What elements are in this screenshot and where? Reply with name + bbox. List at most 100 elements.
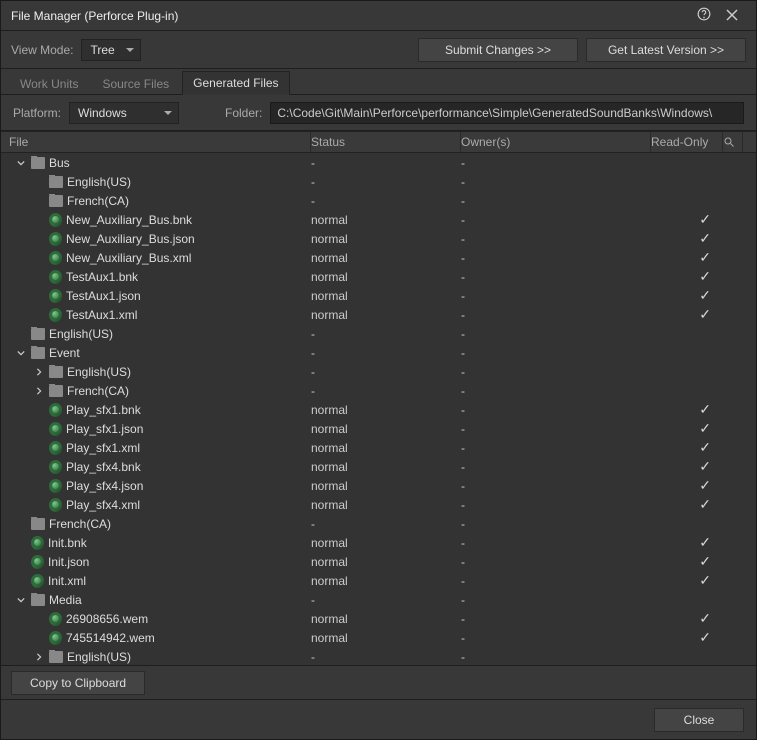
tab-work-units[interactable]: Work Units [9, 72, 89, 95]
folder-icon [31, 157, 45, 169]
expander-spacer [33, 461, 45, 473]
check-icon: ✓ [699, 629, 711, 645]
file-icon [49, 498, 62, 512]
tree-row[interactable]: English(US)-- [1, 362, 756, 381]
expander-spacer [33, 176, 45, 188]
chevron-right-icon[interactable] [33, 385, 45, 397]
chevron-down-icon[interactable] [15, 157, 27, 169]
item-status: normal [311, 612, 461, 626]
expander-spacer [33, 423, 45, 435]
folder-icon [31, 328, 45, 340]
tree-row[interactable]: French(CA)-- [1, 191, 756, 210]
header-readonly[interactable]: Read-Only [651, 132, 723, 152]
chevron-down-icon[interactable] [15, 594, 27, 606]
tree-row[interactable]: TestAux1.bnknormal-✓ [1, 267, 756, 286]
folder-icon [49, 651, 63, 663]
tree-row[interactable]: Bus-- [1, 153, 756, 172]
tree-row[interactable]: New_Auxiliary_Bus.bnknormal-✓ [1, 210, 756, 229]
header-status[interactable]: Status [311, 132, 461, 152]
tree-row[interactable]: Play_sfx4.bnknormal-✓ [1, 457, 756, 476]
tree-row[interactable]: Play_sfx1.jsonnormal-✓ [1, 419, 756, 438]
item-status: - [311, 384, 461, 398]
file-icon [49, 308, 62, 322]
expander-spacer [33, 233, 45, 245]
tree-row[interactable]: French(CA)-- [1, 514, 756, 533]
expander-spacer [33, 271, 45, 283]
header-owner[interactable]: Owner(s) [461, 132, 651, 152]
folder-input[interactable] [270, 102, 744, 124]
tree-row[interactable]: 26908656.wemnormal-✓ [1, 609, 756, 628]
item-owner: - [461, 479, 651, 493]
item-name: Play_sfx1.bnk [66, 403, 141, 417]
item-owner: - [461, 365, 651, 379]
item-readonly: ✓ [651, 268, 723, 285]
platform-select[interactable]: Windows [69, 102, 179, 124]
submit-changes-button[interactable]: Submit Changes >> [418, 38, 578, 62]
expander-spacer [15, 537, 27, 549]
table-header: File Status Owner(s) Read-Only [1, 131, 756, 153]
folder-icon [49, 366, 63, 378]
tree-row[interactable]: Init.xmlnormal-✓ [1, 571, 756, 590]
item-owner: - [461, 631, 651, 645]
header-file[interactable]: File [1, 132, 311, 152]
get-latest-version-button[interactable]: Get Latest Version >> [586, 38, 746, 62]
item-status: normal [311, 270, 461, 284]
chevron-right-icon[interactable] [33, 651, 45, 663]
item-status: - [311, 156, 461, 170]
item-name: New_Auxiliary_Bus.json [66, 232, 195, 246]
tree-row[interactable]: French(CA)-- [1, 381, 756, 400]
search-icon[interactable] [723, 132, 743, 152]
tree-row[interactable]: Play_sfx1.bnknormal-✓ [1, 400, 756, 419]
tree-row[interactable]: Play_sfx1.xmlnormal-✓ [1, 438, 756, 457]
item-status: normal [311, 308, 461, 322]
viewmode-select[interactable]: Tree [81, 39, 141, 61]
tree-row[interactable]: New_Auxiliary_Bus.jsonnormal-✓ [1, 229, 756, 248]
window-title: File Manager (Perforce Plug-in) [11, 9, 690, 23]
help-icon[interactable] [690, 7, 718, 24]
chevron-right-icon[interactable] [33, 366, 45, 378]
filter-bar: Platform: Windows Folder: [1, 95, 756, 131]
file-icon [49, 270, 62, 284]
tree-row[interactable]: Media-- [1, 590, 756, 609]
tree-row[interactable]: 745514942.wemnormal-✓ [1, 628, 756, 647]
tree-row[interactable]: English(US)-- [1, 324, 756, 343]
tree-row[interactable]: English(US)-- [1, 172, 756, 191]
tree-row[interactable]: TestAux1.jsonnormal-✓ [1, 286, 756, 305]
item-status: - [311, 327, 461, 341]
tree-row[interactable]: English(US)-- [1, 647, 756, 665]
chevron-down-icon[interactable] [15, 347, 27, 359]
check-icon: ✓ [699, 230, 711, 246]
tree-row[interactable]: Play_sfx4.jsonnormal-✓ [1, 476, 756, 495]
tree-row[interactable]: Play_sfx4.xmlnormal-✓ [1, 495, 756, 514]
item-name: Media [49, 593, 82, 607]
tree-row[interactable]: Event-- [1, 343, 756, 362]
item-status: normal [311, 251, 461, 265]
folder-label: Folder: [225, 106, 262, 120]
item-name: Play_sfx4.json [66, 479, 143, 493]
tab-generated-files[interactable]: Generated Files [182, 71, 289, 95]
tree-row[interactable]: TestAux1.xmlnormal-✓ [1, 305, 756, 324]
check-icon: ✓ [699, 534, 711, 550]
item-name: French(CA) [67, 384, 129, 398]
tree-row[interactable]: Init.bnknormal-✓ [1, 533, 756, 552]
close-button[interactable]: Close [654, 708, 744, 732]
item-readonly: ✓ [651, 420, 723, 437]
item-name: French(CA) [67, 194, 129, 208]
item-owner: - [461, 289, 651, 303]
file-icon [31, 555, 44, 569]
copy-to-clipboard-button[interactable]: Copy to Clipboard [11, 671, 145, 695]
close-icon[interactable] [718, 8, 746, 24]
check-icon: ✓ [699, 572, 711, 588]
tree-row[interactable]: Init.jsonnormal-✓ [1, 552, 756, 571]
check-icon: ✓ [699, 420, 711, 436]
item-readonly: ✓ [651, 306, 723, 323]
file-tree[interactable]: Bus--English(US)--French(CA)--New_Auxili… [1, 153, 756, 665]
item-owner: - [461, 612, 651, 626]
item-readonly: ✓ [651, 496, 723, 513]
item-status: - [311, 517, 461, 531]
item-owner: - [461, 156, 651, 170]
check-icon: ✓ [699, 610, 711, 626]
item-name: Init.json [48, 555, 89, 569]
tab-source-files[interactable]: Source Files [91, 72, 180, 95]
tree-row[interactable]: New_Auxiliary_Bus.xmlnormal-✓ [1, 248, 756, 267]
